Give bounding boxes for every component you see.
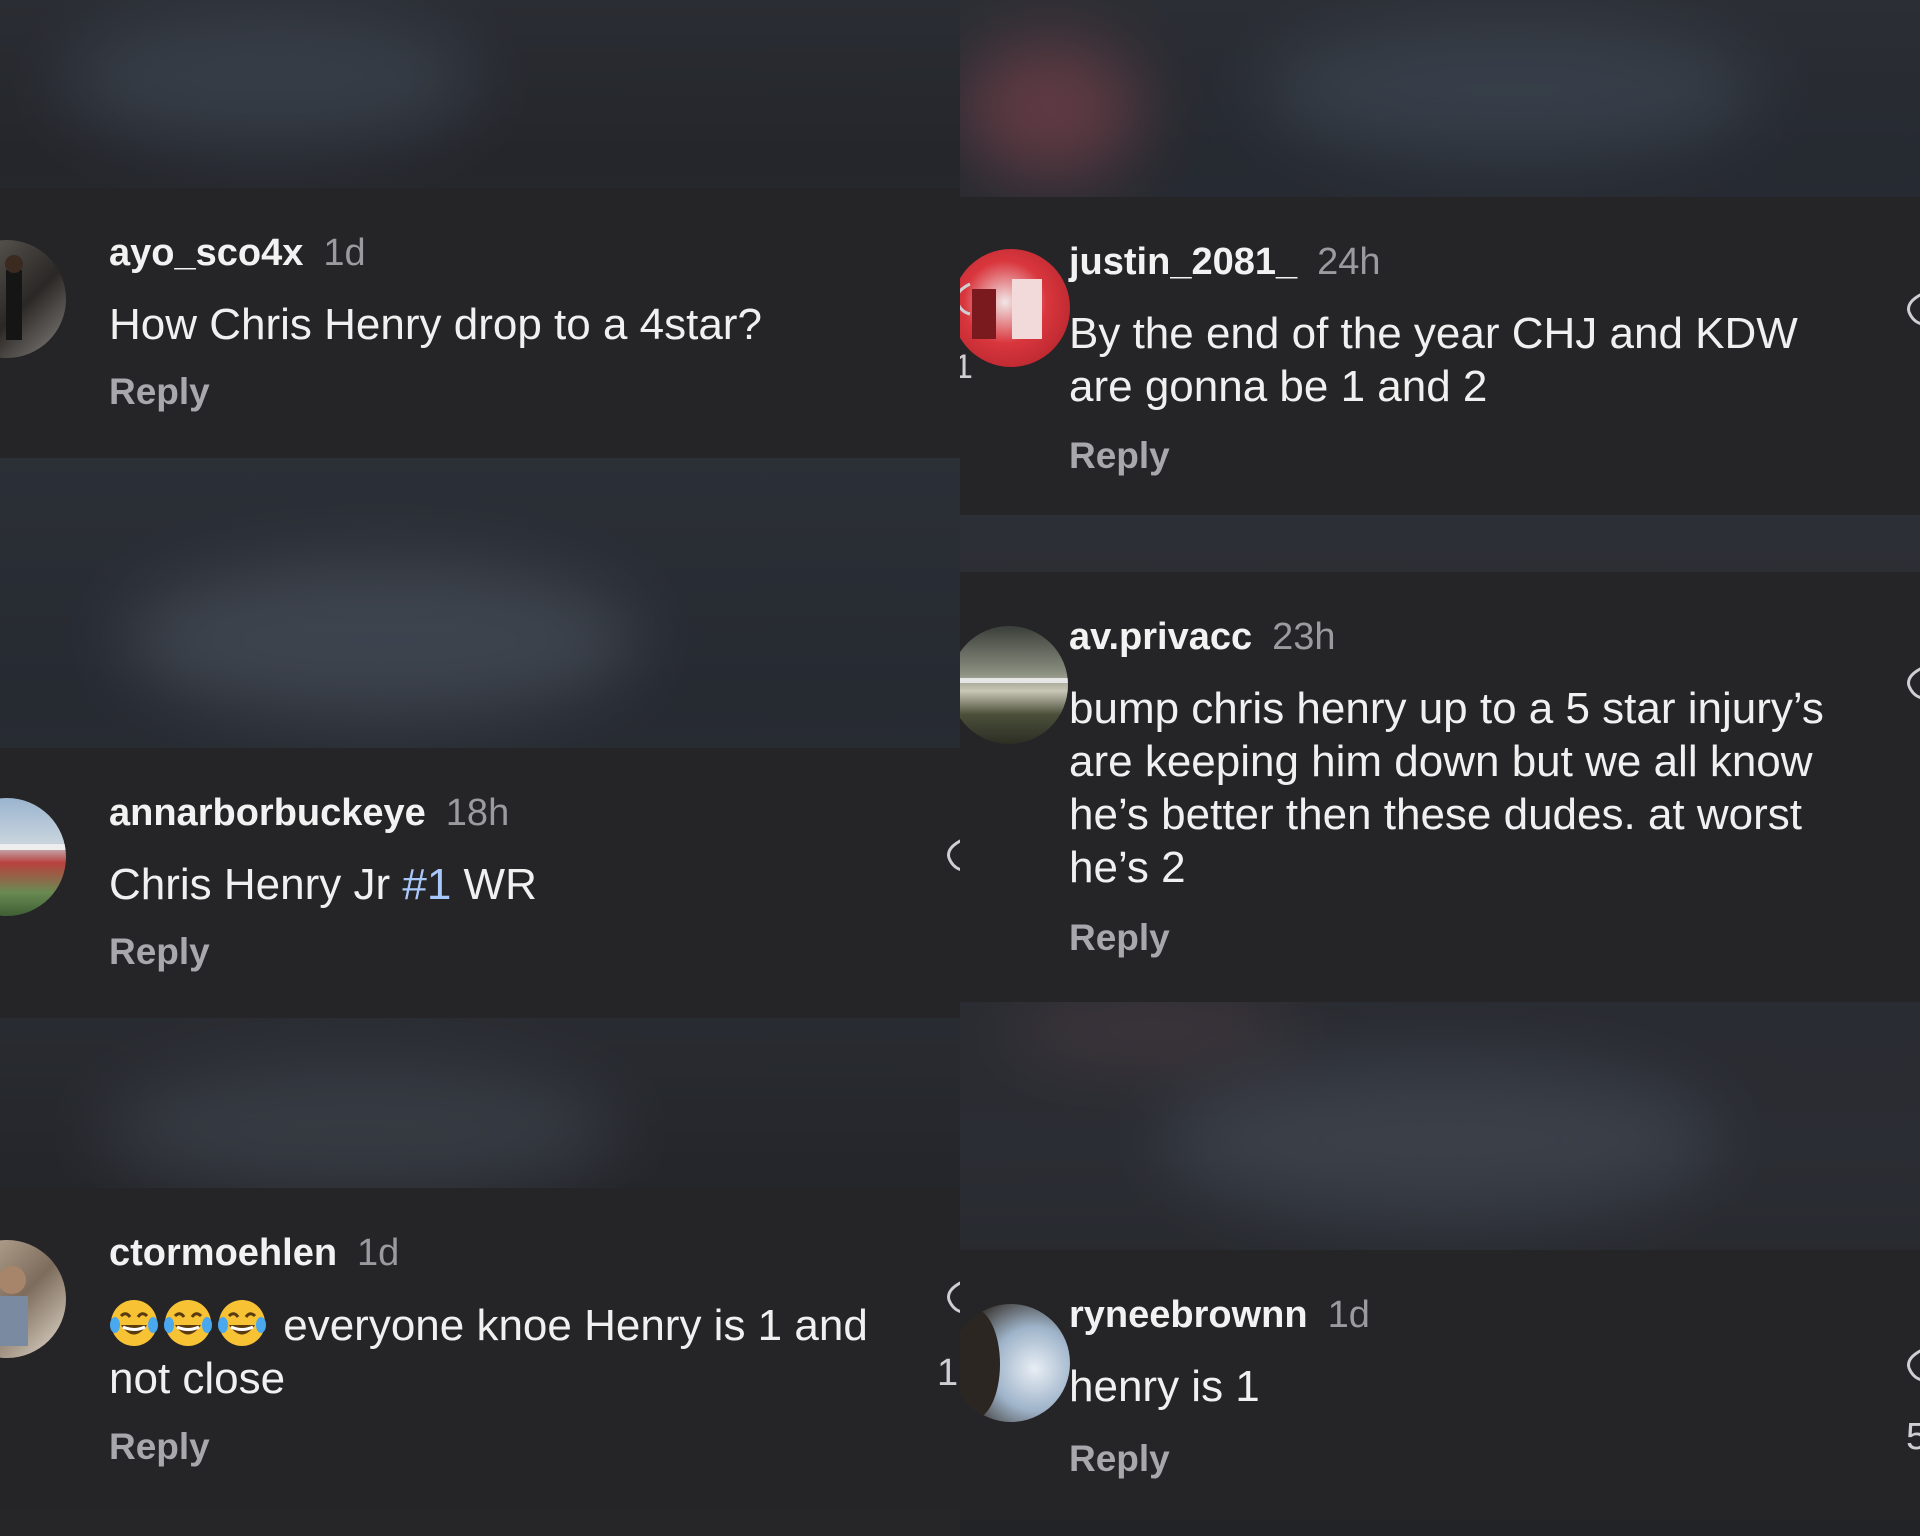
- username[interactable]: justin_2081_: [1069, 241, 1297, 283]
- reply-button[interactable]: Reply: [109, 931, 210, 973]
- username[interactable]: annarborbuckeye: [109, 792, 426, 834]
- avatar-image: [960, 678, 1068, 683]
- like-heart-icon[interactable]: [1904, 666, 1920, 700]
- blurred-background: [100, 1060, 620, 1200]
- blurred-background: [1260, 20, 1760, 160]
- timestamp: 18h: [445, 792, 510, 834]
- avatar-image: [5, 255, 23, 340]
- comment-card: ayo_sco4x 1d How Chris Henry drop to a 4s…: [0, 188, 960, 458]
- comment-header: av.privacc 23h: [1069, 616, 1336, 659]
- left-screenshot-panel: ayo_sco4x 1d How Chris Henry drop to a 4s…: [0, 0, 960, 1536]
- comment-text-line: bump chris henry up to a 5 star injury’s: [1069, 684, 1824, 733]
- comment-card: ryneebrownn 1d henry is 1 Reply: [960, 1250, 1920, 1520]
- like-count: 1: [960, 348, 973, 386]
- reply-button[interactable]: Reply: [1069, 1438, 1170, 1480]
- comment-text: How Chris Henry drop to a 4star?: [109, 300, 762, 349]
- timestamp: 1d: [323, 232, 366, 274]
- blurred-background: [120, 560, 640, 720]
- like-heart-icon[interactable]: [960, 282, 974, 316]
- laughing-crying-emoji-icon: [110, 1300, 158, 1346]
- timestamp: 1d: [357, 1232, 400, 1274]
- like-heart-icon[interactable]: [1904, 292, 1920, 326]
- comment-text-line: By the end of the year CHJ and KDW: [1069, 309, 1798, 358]
- username[interactable]: ctormoehlen: [109, 1232, 337, 1274]
- avatar[interactable]: [960, 1304, 1070, 1422]
- comment-text: bump chris henry up to a 5 star injury’s…: [1069, 682, 1824, 894]
- avatar[interactable]: [0, 1240, 66, 1358]
- laughing-crying-emoji-icon: [218, 1300, 266, 1346]
- comment-card: ctormoehlen 1d everyone knoe Henry is 1 a…: [0, 1188, 960, 1508]
- comment-header: ctormoehlen 1d: [109, 1232, 399, 1275]
- comment-header: annarborbuckeye 18h: [109, 792, 509, 835]
- reply-button[interactable]: Reply: [1069, 917, 1170, 959]
- comment-text: everyone knoe Henry is 1 and not close: [109, 1298, 868, 1405]
- reply-button[interactable]: Reply: [109, 371, 210, 413]
- avatar[interactable]: [960, 249, 1070, 367]
- avatar[interactable]: [0, 240, 66, 358]
- avatar[interactable]: [0, 798, 66, 916]
- reply-button[interactable]: Reply: [109, 1426, 210, 1468]
- comment-text-line: not close: [109, 1354, 286, 1403]
- timestamp: 1d: [1327, 1294, 1370, 1336]
- avatar-image: [0, 1266, 28, 1346]
- username[interactable]: av.privacc: [1069, 616, 1252, 658]
- comment-text-line: he’s better then these dudes. at worst: [1069, 790, 1802, 839]
- comment-text: henry is 1: [1069, 1362, 1260, 1411]
- hashtag-link[interactable]: #1: [402, 860, 451, 909]
- blurred-background: [1160, 1060, 1720, 1220]
- comment-card: annarborbuckeye 18h Chris Henry Jr #1 WR …: [0, 748, 960, 1018]
- like-heart-icon[interactable]: [944, 838, 960, 872]
- blurred-background: [60, 10, 480, 150]
- blurred-background: [1000, 1000, 1300, 1060]
- comment-text-line: everyone knoe Henry is 1 and: [271, 1301, 868, 1350]
- avatar-image: [0, 844, 66, 850]
- avatar[interactable]: [960, 626, 1068, 744]
- comment-header: justin_2081_ 24h: [1069, 241, 1381, 284]
- comment-text-part: WR: [451, 860, 537, 909]
- timestamp: 24h: [1317, 241, 1381, 283]
- right-screenshot-panel: justin_2081_ 24h By the end of the year C…: [960, 0, 1920, 1536]
- comment-text-line: he’s 2: [1069, 843, 1186, 892]
- comment-text: By the end of the year CHJ and KDW are g…: [1069, 307, 1798, 413]
- laughing-crying-emoji-icon: [164, 1300, 212, 1346]
- comment-card: av.privacc 23h bump chris henry up to a 5…: [960, 572, 1920, 1002]
- reply-button[interactable]: Reply: [1069, 435, 1170, 477]
- username[interactable]: ayo_sco4x: [109, 232, 303, 274]
- comment-text: Chris Henry Jr #1 WR: [109, 858, 537, 911]
- comment-text-part: Chris Henry Jr: [109, 860, 403, 909]
- comment-header: ayo_sco4x 1d: [109, 232, 366, 275]
- username[interactable]: ryneebrownn: [1069, 1294, 1308, 1336]
- like-heart-icon[interactable]: [944, 1280, 960, 1314]
- blurred-background: [960, 40, 1140, 180]
- avatar-image: [972, 279, 1042, 339]
- comment-card: justin_2081_ 24h By the end of the year C…: [960, 197, 1920, 515]
- like-count: 1: [937, 1352, 959, 1394]
- timestamp: 23h: [1272, 616, 1336, 658]
- avatar-image: [960, 1309, 1000, 1419]
- comment-header: ryneebrownn 1d: [1069, 1294, 1370, 1337]
- comment-text-line: are gonna be 1 and 2: [1069, 362, 1488, 411]
- like-count: 5: [1906, 1416, 1920, 1458]
- like-heart-icon[interactable]: [1904, 1348, 1920, 1382]
- comment-text-line: are keeping him down but we all know: [1069, 737, 1813, 786]
